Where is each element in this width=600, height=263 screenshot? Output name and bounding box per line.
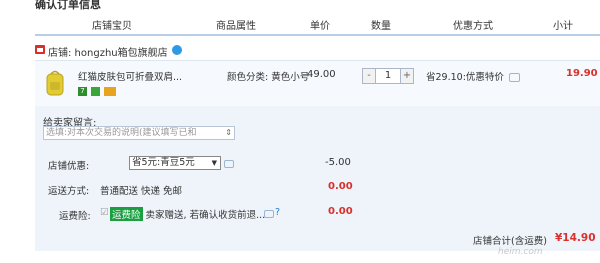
shop-total-row: 店铺合计(含运费) ¥14.90	[35, 228, 600, 248]
shop-icon	[35, 45, 45, 54]
shop-coupon-label: 店铺优惠:	[48, 161, 90, 172]
watermark: heim.com	[498, 247, 543, 257]
shop-total-value: ¥14.90	[555, 232, 596, 244]
message-placeholder: 选填:对本次交易的说明(建议填写已和	[46, 128, 197, 138]
insurance-checkbox[interactable]: ☑	[100, 207, 109, 218]
quantity-stepper: - 1 +	[362, 68, 414, 84]
insurance-detail: 运费险 卖家赠送, 若确认收货前退...	[110, 207, 265, 221]
quantity-input[interactable]: 1	[376, 70, 400, 81]
section-title: 确认订单信息	[35, 0, 101, 11]
insurance-tag: 运费险	[110, 207, 143, 221]
item-attribute: 颜色分类: 黄色小号	[227, 72, 310, 83]
insurance-chat-icon[interactable]	[264, 210, 274, 218]
item-subtotal: 19.90	[566, 68, 598, 79]
service-badges: 7	[78, 87, 117, 98]
insurance-label: 运费险:	[59, 211, 91, 222]
item-title-link[interactable]: 红猫皮肤包可折叠双肩...	[78, 69, 182, 83]
unit-price: 49.00	[307, 69, 336, 80]
backpack-thumbnail[interactable]	[44, 69, 66, 97]
shipping-method: 普通配送 快递 免邮	[100, 186, 183, 197]
table-header: 店铺宝贝 商品属性 单价 数量 优惠方式 小计	[35, 14, 600, 36]
column-header-subtotal: 小计	[553, 21, 573, 32]
shop-coupon-amount: -5.00	[325, 157, 351, 168]
shipping-amount: 0.00	[328, 181, 353, 192]
seven-day-return-icon: 7	[78, 87, 87, 96]
help-icon[interactable]: ?	[275, 207, 280, 218]
column-header-attribute: 商品属性	[216, 21, 256, 32]
seller-message-input[interactable]: 选填:对本次交易的说明(建议填写已和 ⇕	[43, 126, 235, 140]
insurance-amount: 0.00	[328, 206, 353, 217]
column-header-item: 店铺宝贝	[92, 21, 132, 32]
shop-coupon-selected: 省5元:青豆5元	[132, 157, 195, 168]
discount-info-icon[interactable]	[508, 73, 520, 82]
shop-row: 店铺: hongzhu箱包旗舰店	[35, 43, 600, 59]
guarantee-icon	[91, 87, 101, 96]
cart-item-row: 红猫皮肤包可折叠双肩... 7 颜色分类: 黄色小号 49.00 - 1 + 省…	[35, 60, 600, 107]
shop-total-label: 店铺合计(含运费)	[473, 236, 547, 247]
quantity-increase-button[interactable]: +	[400, 69, 413, 83]
shop-coupon-select[interactable]: 省5元:青豆5元 ▼	[129, 156, 221, 170]
item-discount: 省29.10:优惠特价	[426, 69, 520, 83]
credit-card-icon	[104, 87, 117, 96]
discount-text: 省29.10:优惠特价	[426, 72, 504, 83]
chat-icon[interactable]	[172, 45, 182, 55]
insurance-text: 卖家赠送, 若确认收货前退...	[145, 210, 266, 221]
shop-name-link[interactable]: 店铺: hongzhu箱包旗舰店	[48, 44, 168, 59]
column-header-discount: 优惠方式	[453, 21, 493, 32]
coupon-info-icon[interactable]	[224, 160, 234, 168]
column-header-price: 单价	[310, 21, 330, 32]
chevron-down-icon: ▼	[211, 159, 217, 167]
quantity-decrease-button[interactable]: -	[363, 69, 376, 83]
shipping-label: 运送方式:	[48, 186, 90, 197]
column-header-quantity: 数量	[371, 21, 391, 32]
resize-icon: ⇕	[225, 128, 232, 137]
